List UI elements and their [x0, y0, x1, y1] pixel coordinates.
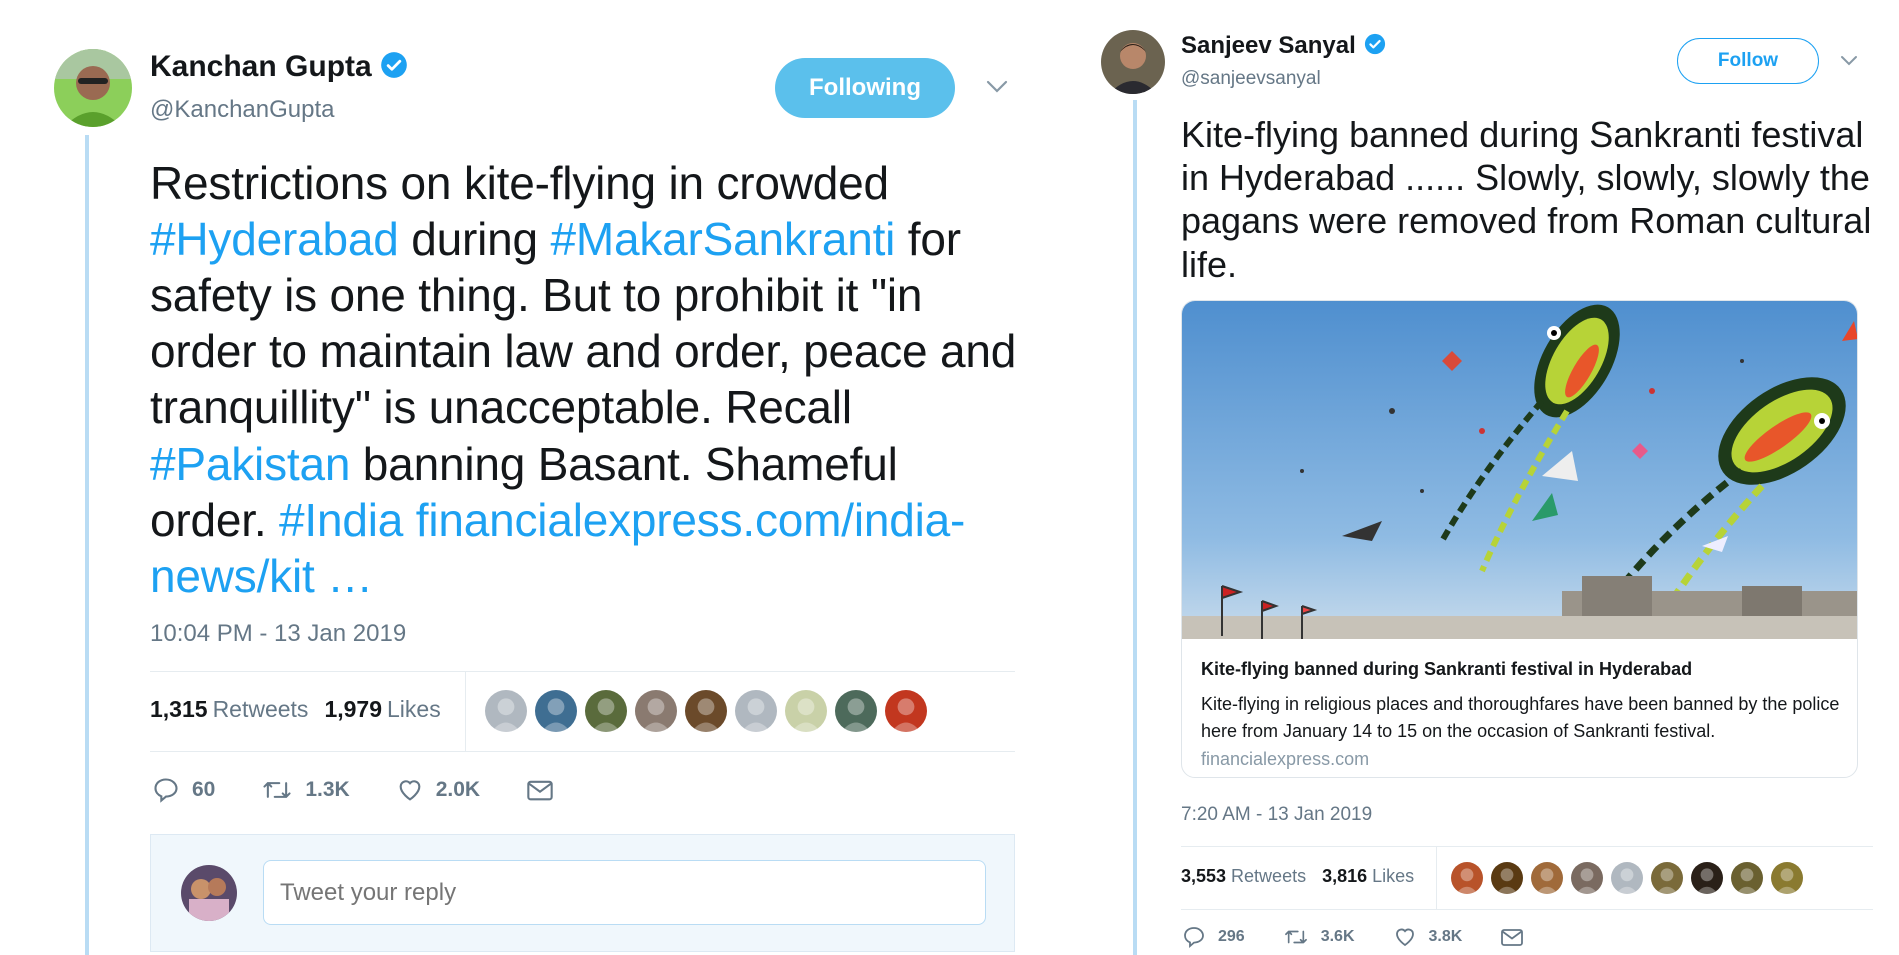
- liker-avatar[interactable]: [1691, 862, 1723, 894]
- likes-label[interactable]: Likes: [1372, 866, 1414, 887]
- liker-avatar[interactable]: [1731, 862, 1763, 894]
- envelope-icon: [527, 780, 553, 801]
- card-image-kites: [1182, 301, 1857, 639]
- link-preview-card[interactable]: Kite-flying banned during Sankranti fest…: [1181, 300, 1858, 778]
- divider: [1436, 847, 1437, 909]
- card-body: Kite-flying banned during Sankranti fest…: [1182, 639, 1857, 777]
- thread-line: [85, 135, 89, 955]
- liker-avatar[interactable]: [1531, 862, 1563, 894]
- likers-avatars: [485, 690, 935, 732]
- retweets-count[interactable]: 3,553: [1181, 866, 1226, 887]
- divider: [150, 751, 1015, 752]
- author-handle[interactable]: @KanchanGupta: [150, 96, 335, 124]
- retweets-label[interactable]: Retweets: [213, 696, 309, 723]
- liker-avatar[interactable]: [1651, 862, 1683, 894]
- tweet-text: Kite-flying banned during Sankranti fest…: [1181, 114, 1872, 285]
- tweet-text-segment: Restrictions on kite-flying in crowded: [150, 157, 889, 209]
- liker-avatar[interactable]: [1491, 862, 1523, 894]
- card-domain: financialexpress.com: [1201, 749, 1370, 769]
- reply-button[interactable]: 60: [152, 776, 215, 804]
- timestamp[interactable]: 7:20 AM - 13 Jan 2019: [1181, 804, 1372, 826]
- avatar[interactable]: [1101, 30, 1165, 94]
- heart-icon: [399, 780, 421, 801]
- liker-avatar[interactable]: [1571, 862, 1603, 894]
- reply-icon: [154, 778, 178, 803]
- liker-avatar[interactable]: [635, 690, 677, 732]
- divider: [1181, 846, 1873, 847]
- thread-line: [1133, 100, 1137, 955]
- hashtag-link[interactable]: #India: [279, 494, 403, 546]
- follow-button[interactable]: Follow: [1677, 38, 1819, 84]
- divider: [1181, 909, 1873, 910]
- like-count: 2.0K: [435, 778, 481, 801]
- reply-button[interactable]: 296: [1182, 925, 1245, 949]
- retweet-count: 3.6K: [1320, 928, 1355, 945]
- like-count: 3.8K: [1428, 928, 1463, 945]
- liker-avatar[interactable]: [585, 690, 627, 732]
- verified-badge-icon: [380, 51, 408, 84]
- retweets-label[interactable]: Retweets: [1231, 866, 1306, 887]
- avatar[interactable]: [54, 49, 132, 127]
- reply-count: 296: [1218, 928, 1245, 945]
- liker-avatar[interactable]: [1611, 862, 1643, 894]
- engagement-stats: 1,315 Retweets 1,979 Likes: [150, 696, 457, 723]
- retweet-button[interactable]: 3.6K: [1283, 926, 1355, 948]
- liker-avatar[interactable]: [735, 690, 777, 732]
- like-button[interactable]: 3.8K: [1393, 925, 1463, 949]
- tweet-text: Restrictions on kite-flying in crowded #…: [150, 155, 1020, 604]
- user-avatar: [181, 865, 237, 921]
- liker-avatar[interactable]: [1771, 862, 1803, 894]
- author-name[interactable]: Sanjeev Sanyal: [1181, 32, 1356, 60]
- card-title[interactable]: Kite-flying banned during Sankranti fest…: [1201, 659, 1840, 680]
- divider: [465, 672, 466, 751]
- likes-label[interactable]: Likes: [387, 696, 441, 723]
- hashtag-link[interactable]: #MakarSankranti: [550, 213, 895, 265]
- liker-avatar[interactable]: [1451, 862, 1483, 894]
- likers-avatars: [1451, 862, 1811, 894]
- envelope-icon: [1501, 929, 1524, 946]
- retweet-icon: [263, 782, 291, 798]
- retweets-count[interactable]: 1,315: [150, 696, 208, 723]
- liker-avatar[interactable]: [485, 690, 527, 732]
- reply-icon: [1184, 927, 1204, 948]
- retweet-icon: [1284, 930, 1307, 944]
- liker-avatar[interactable]: [885, 690, 927, 732]
- tweet-kanchan-gupta: Kanchan Gupta @KanchanGupta Following Re…: [0, 0, 1040, 955]
- reply-input[interactable]: [263, 860, 986, 925]
- following-button[interactable]: Following: [775, 58, 955, 118]
- chevron-down-icon[interactable]: [986, 80, 1008, 99]
- tweet-text-segment: during: [398, 213, 551, 266]
- tweet-actions: 296 3.6K 3.8K: [1182, 925, 1574, 949]
- timestamp[interactable]: 10:04 PM - 13 Jan 2019: [150, 620, 406, 648]
- author-handle[interactable]: @sanjeevsanyal: [1181, 68, 1321, 90]
- liker-avatar[interactable]: [685, 690, 727, 732]
- tweet-text-segment: [403, 494, 416, 546]
- retweet-count: 1.3K: [305, 778, 350, 801]
- likes-count[interactable]: 1,979: [324, 696, 382, 723]
- likes-count[interactable]: 3,816: [1322, 866, 1367, 887]
- tweet-actions: 60 1.3K 2.0K: [152, 776, 612, 804]
- reply-count: 60: [192, 778, 216, 801]
- liker-avatar[interactable]: [835, 690, 877, 732]
- chevron-down-icon[interactable]: [1840, 54, 1858, 72]
- reply-composer: [150, 834, 1015, 952]
- hashtag-link[interactable]: #Pakistan: [150, 438, 350, 490]
- like-button[interactable]: 2.0K: [396, 776, 480, 804]
- verified-badge-icon: [1364, 33, 1386, 60]
- author-name[interactable]: Kanchan Gupta: [150, 50, 372, 84]
- card-description: Kite-flying in religious places and thor…: [1201, 694, 1840, 741]
- direct-message-button[interactable]: [1500, 926, 1536, 948]
- liker-avatar[interactable]: [535, 690, 577, 732]
- direct-message-button[interactable]: [526, 777, 566, 803]
- divider: [150, 671, 1015, 672]
- engagement-stats: 3,553 Retweets 3,816 Likes: [1181, 866, 1430, 887]
- heart-icon: [1395, 928, 1414, 947]
- retweet-button[interactable]: 1.3K: [261, 776, 350, 804]
- hashtag-link[interactable]: #Hyderabad: [150, 213, 399, 265]
- liker-avatar[interactable]: [785, 690, 827, 732]
- tweet-sanjeev-sanyal: Sanjeev Sanyal @sanjeevsanyal Follow Kit…: [1100, 0, 1899, 955]
